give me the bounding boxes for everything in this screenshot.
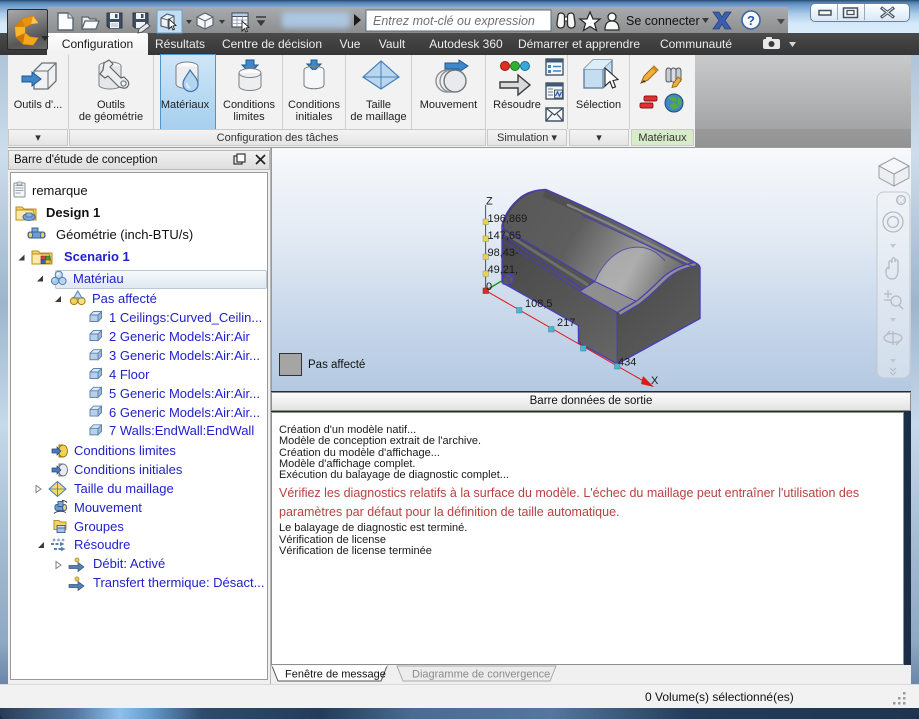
svg-text:Entrez mot-clé ou expression: Entrez mot-clé ou expression — [373, 14, 535, 28]
svg-text:Se connecter: Se connecter — [626, 14, 700, 28]
svg-text:434: 434 — [618, 357, 636, 369]
svg-text:147,65: 147,65 — [488, 230, 522, 242]
svg-text:217: 217 — [557, 317, 575, 329]
svg-text:98,43-: 98,43- — [488, 247, 520, 259]
svg-text:?: ? — [747, 13, 755, 28]
svg-text:Fenêtre de message: Fenêtre de message — [285, 669, 386, 681]
svg-text:108,5: 108,5 — [525, 298, 553, 310]
svg-text:0: 0 — [486, 281, 492, 293]
svg-text:196,869: 196,869 — [488, 213, 528, 225]
svg-text:Diagramme de convergence: Diagramme de convergence — [412, 669, 550, 681]
svg-text:Z: Z — [486, 196, 493, 208]
svg-text:49,21,: 49,21, — [488, 264, 519, 276]
svg-text:X: X — [651, 375, 659, 387]
